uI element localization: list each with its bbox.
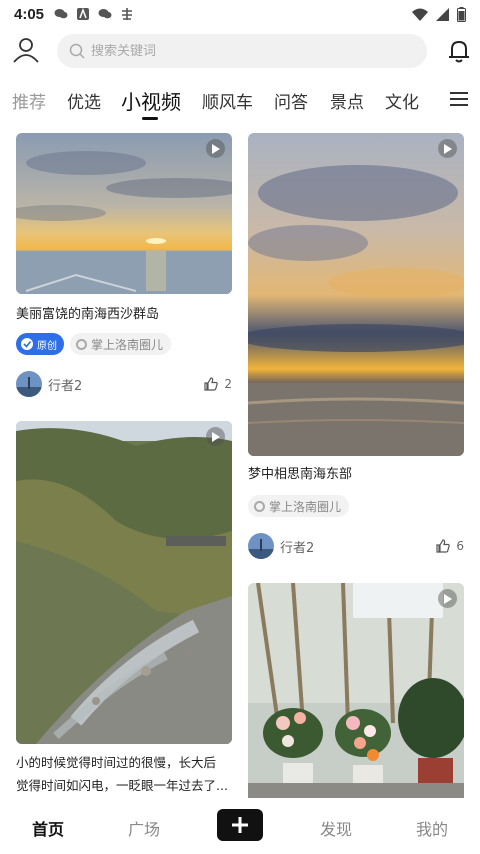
nav-square[interactable]: 广场	[128, 816, 160, 840]
active-tab-indicator	[142, 117, 158, 120]
original-icon	[21, 338, 33, 350]
search-input[interactable]	[91, 43, 391, 59]
category-tabs: 推荐 优选 小视频 顺风车 问答 景点 文化	[0, 80, 480, 122]
tab-short-video[interactable]: 小视频	[121, 86, 181, 115]
circle-tag[interactable]: 掌上洛南圈儿	[70, 333, 172, 355]
play-icon[interactable]	[206, 427, 225, 446]
circle-tag[interactable]: 掌上洛南圈儿	[248, 495, 350, 517]
video-thumbnail[interactable]	[248, 133, 464, 456]
sunset-sea-image	[248, 133, 464, 456]
play-icon[interactable]	[206, 139, 225, 158]
wechat-icon-2	[98, 9, 112, 19]
wifi-icon	[412, 8, 428, 21]
wechat-icon	[54, 9, 68, 19]
video-thumbnail[interactable]	[16, 133, 232, 294]
tab-rideshare[interactable]: 顺风车	[202, 88, 253, 113]
author-name[interactable]: 行者2	[280, 537, 314, 556]
like-count: 6	[456, 539, 464, 553]
card-title-line-1: 小的时候觉得时间过的很慢，长大后	[16, 755, 217, 770]
video-thumbnail[interactable]	[16, 421, 232, 744]
video-card[interactable]: 小的时候觉得时间过的很慢，长大后 觉得时间如闪电，一眨眼一年过去了...	[16, 421, 232, 798]
tab-selected[interactable]: 优选	[67, 88, 101, 113]
play-icon[interactable]	[438, 139, 457, 158]
bell-icon[interactable]	[446, 38, 472, 64]
video-thumbnail[interactable]	[248, 583, 464, 798]
search-bar[interactable]	[57, 34, 427, 68]
user-icon[interactable]	[12, 36, 40, 64]
balcony-flowers-image	[248, 583, 464, 798]
original-badge: 原创	[16, 333, 64, 355]
like-count: 2	[224, 377, 232, 391]
card-title: 美丽富饶的南海西沙群岛	[16, 307, 160, 322]
header	[0, 30, 480, 74]
video-card[interactable]: 梦中相思南海东部 掌上洛南圈儿 行者2 6	[248, 133, 464, 561]
status-time: 4:05	[14, 5, 45, 23]
play-icon[interactable]	[438, 589, 457, 608]
tab-culture[interactable]: 文化	[385, 88, 419, 113]
circle-icon	[76, 338, 87, 350]
like-button[interactable]: 6	[436, 539, 464, 553]
mountain-stream-image	[16, 421, 232, 744]
video-card[interactable]: 美丽富饶的南海西沙群岛 原创 掌上洛南圈儿 行者2 2	[16, 133, 232, 397]
card-title-line-2: 觉得时间如闪电，一眨眼一年过去了...	[16, 778, 228, 793]
publish-button[interactable]	[217, 809, 263, 841]
signal-icon	[436, 7, 449, 21]
avatar[interactable]	[248, 533, 274, 559]
search-icon	[69, 43, 85, 59]
plus-icon	[232, 817, 248, 833]
menu-icon[interactable]	[450, 91, 468, 107]
battery-icon	[457, 6, 466, 22]
app-a-icon	[77, 8, 90, 20]
circle-icon	[254, 500, 265, 512]
card-title: 梦中相思南海东部	[248, 467, 353, 482]
nav-mine[interactable]: 我的	[416, 816, 448, 840]
original-badge-label: 原创	[37, 340, 57, 352]
status-bar: 4:05	[0, 0, 480, 28]
system-icons	[412, 6, 466, 22]
thumbs-up-icon	[436, 539, 451, 553]
bug-app-icon	[122, 8, 133, 20]
sunset-sea-image	[16, 133, 232, 294]
thumbs-up-icon	[204, 377, 219, 391]
tab-recommend[interactable]: 推荐	[12, 88, 46, 113]
like-button[interactable]: 2	[204, 377, 232, 391]
nav-home[interactable]: 首页	[32, 816, 64, 840]
video-card[interactable]	[248, 583, 464, 798]
author-row: 行者2 6	[248, 533, 464, 559]
author-row: 行者2 2	[16, 371, 232, 397]
tab-scenic[interactable]: 景点	[330, 88, 364, 113]
tag-row: 原创 掌上洛南圈儿	[16, 333, 172, 355]
tab-qa[interactable]: 问答	[274, 88, 308, 113]
circle-tag-label: 掌上洛南圈儿	[269, 499, 342, 514]
notification-icons	[54, 8, 134, 20]
nav-discover[interactable]: 发现	[320, 816, 352, 840]
tag-row: 掌上洛南圈儿	[248, 495, 350, 517]
circle-tag-label: 掌上洛南圈儿	[91, 337, 164, 352]
bottom-nav: 首页 广场 发现 我的	[0, 798, 480, 854]
avatar[interactable]	[16, 371, 42, 397]
author-name[interactable]: 行者2	[48, 375, 82, 394]
